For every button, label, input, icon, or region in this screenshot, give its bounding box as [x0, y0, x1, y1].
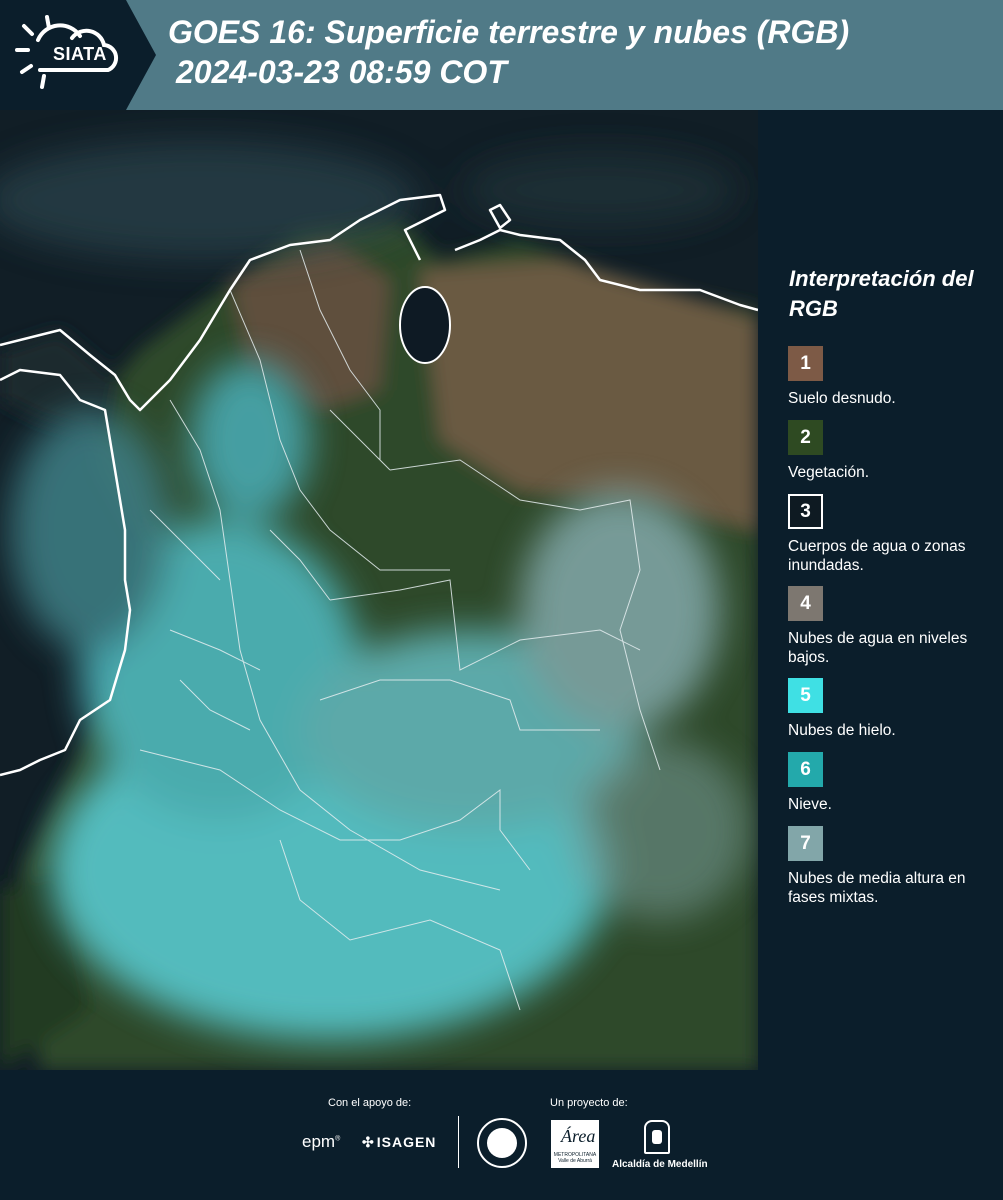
satellite-image: [0, 110, 758, 1070]
legend-label: Suelo desnudo.: [788, 390, 896, 407]
header-bar: SIATA GOES 16: Superficie terrestre y nu…: [0, 0, 1003, 110]
legend-item-bare-soil: 1 Suelo desnudo.: [788, 346, 998, 408]
legend-item-mid-level-clouds: 7 Nubes de media altura en fases mixtas.: [788, 826, 998, 907]
satellite-map: [0, 110, 758, 1070]
legend-item-low-water-clouds: 4 Nubes de agua en niveles bajos.: [788, 586, 998, 667]
legend-swatch: 2: [788, 420, 823, 455]
project-label: Un proyecto de:: [550, 1097, 628, 1109]
legend-swatch: 3: [788, 494, 823, 529]
legend-label: Nubes de media altura en fases mixtas.: [788, 870, 966, 906]
legend-swatch: 6: [788, 752, 823, 787]
legend-item-water-bodies: 3 Cuerpos de agua o zonas inundadas.: [788, 494, 998, 575]
legend-swatch: 1: [788, 346, 823, 381]
legend-label: Vegetación.: [788, 464, 870, 481]
epm-logo: epm®: [302, 1132, 341, 1151]
legend-item-snow: 6 Nieve.: [788, 752, 998, 814]
legend-label: Cuerpos de agua o zonas inundadas.: [788, 538, 966, 574]
legend-item-ice-clouds: 5 Nubes de hielo.: [788, 678, 998, 740]
area-logo-text: Área: [561, 1126, 596, 1146]
page-title: GOES 16: Superficie terrestre y nubes (R…: [168, 14, 850, 50]
isagen-logo-text: ISAGEN: [376, 1134, 437, 1150]
support-label: Con el apoyo de:: [328, 1097, 412, 1109]
legend-swatch: 5: [788, 678, 823, 713]
legend-item-vegetation: 2 Vegetación.: [788, 420, 998, 482]
siata-logo: SIATA: [0, 0, 156, 110]
municipal-seal-icon: [477, 1118, 527, 1168]
footer-divider: [458, 1116, 459, 1168]
legend-label: Nubes de agua en niveles bajos.: [788, 630, 968, 666]
legend-label: Nubes de hielo.: [788, 722, 896, 739]
isagen-logo: ✣ ISAGEN: [362, 1134, 436, 1151]
epm-logo-text: epm: [302, 1132, 336, 1151]
alcaldia-label: Alcaldía de Medellín: [612, 1159, 708, 1170]
logo-text: SIATA: [53, 44, 107, 64]
legend-title: Interpretación del RGB: [789, 266, 974, 321]
windmill-icon: ✣: [362, 1134, 375, 1150]
area-metropolitana-logo: Área METROPOLITANA Valle de Aburrá: [551, 1120, 599, 1168]
legend-swatch: 4: [788, 586, 823, 621]
legend-panel: Interpretación del RGB 1 Suelo desnudo. …: [760, 110, 1003, 1070]
footer-bar: Con el apoyo de: Un proyecto de: epm® ✣ I…: [0, 1070, 1003, 1200]
legend-swatch: 7: [788, 826, 823, 861]
area-logo-subtext: METROPOLITANA Valle de Aburrá: [553, 1152, 597, 1164]
coat-of-arms-icon: [644, 1120, 670, 1154]
legend-label: Nieve.: [788, 796, 832, 813]
page-timestamp: 2024-03-23 08:59 COT: [176, 54, 507, 90]
